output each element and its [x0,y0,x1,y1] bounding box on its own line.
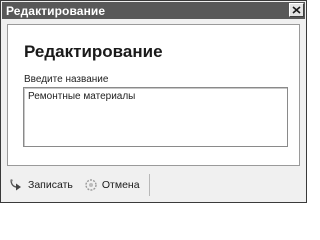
bottom-toolbar: Записать Отмена [2,169,305,201]
dialog-window: Редактирование Редактирование Введите на… [0,0,307,203]
window-title: Редактирование [6,3,106,18]
content-panel: Редактирование Введите название Ремонтны… [7,24,300,166]
cancel-button-label: Отмена [101,179,140,191]
cancel-icon [83,178,99,192]
save-button[interactable]: Записать [2,175,76,195]
page-title: Редактирование [24,42,163,61]
save-button-label: Записать [28,179,73,191]
close-button[interactable] [289,3,304,17]
save-arrow-icon [9,178,25,192]
close-icon [292,6,301,14]
name-field-label: Введите название [24,74,109,85]
cancel-button[interactable]: Отмена [76,175,143,195]
toolbar-divider [148,174,150,196]
title-bar[interactable]: Редактирование [2,2,305,19]
name-textarea[interactable]: Ремонтные материалы [23,87,288,147]
